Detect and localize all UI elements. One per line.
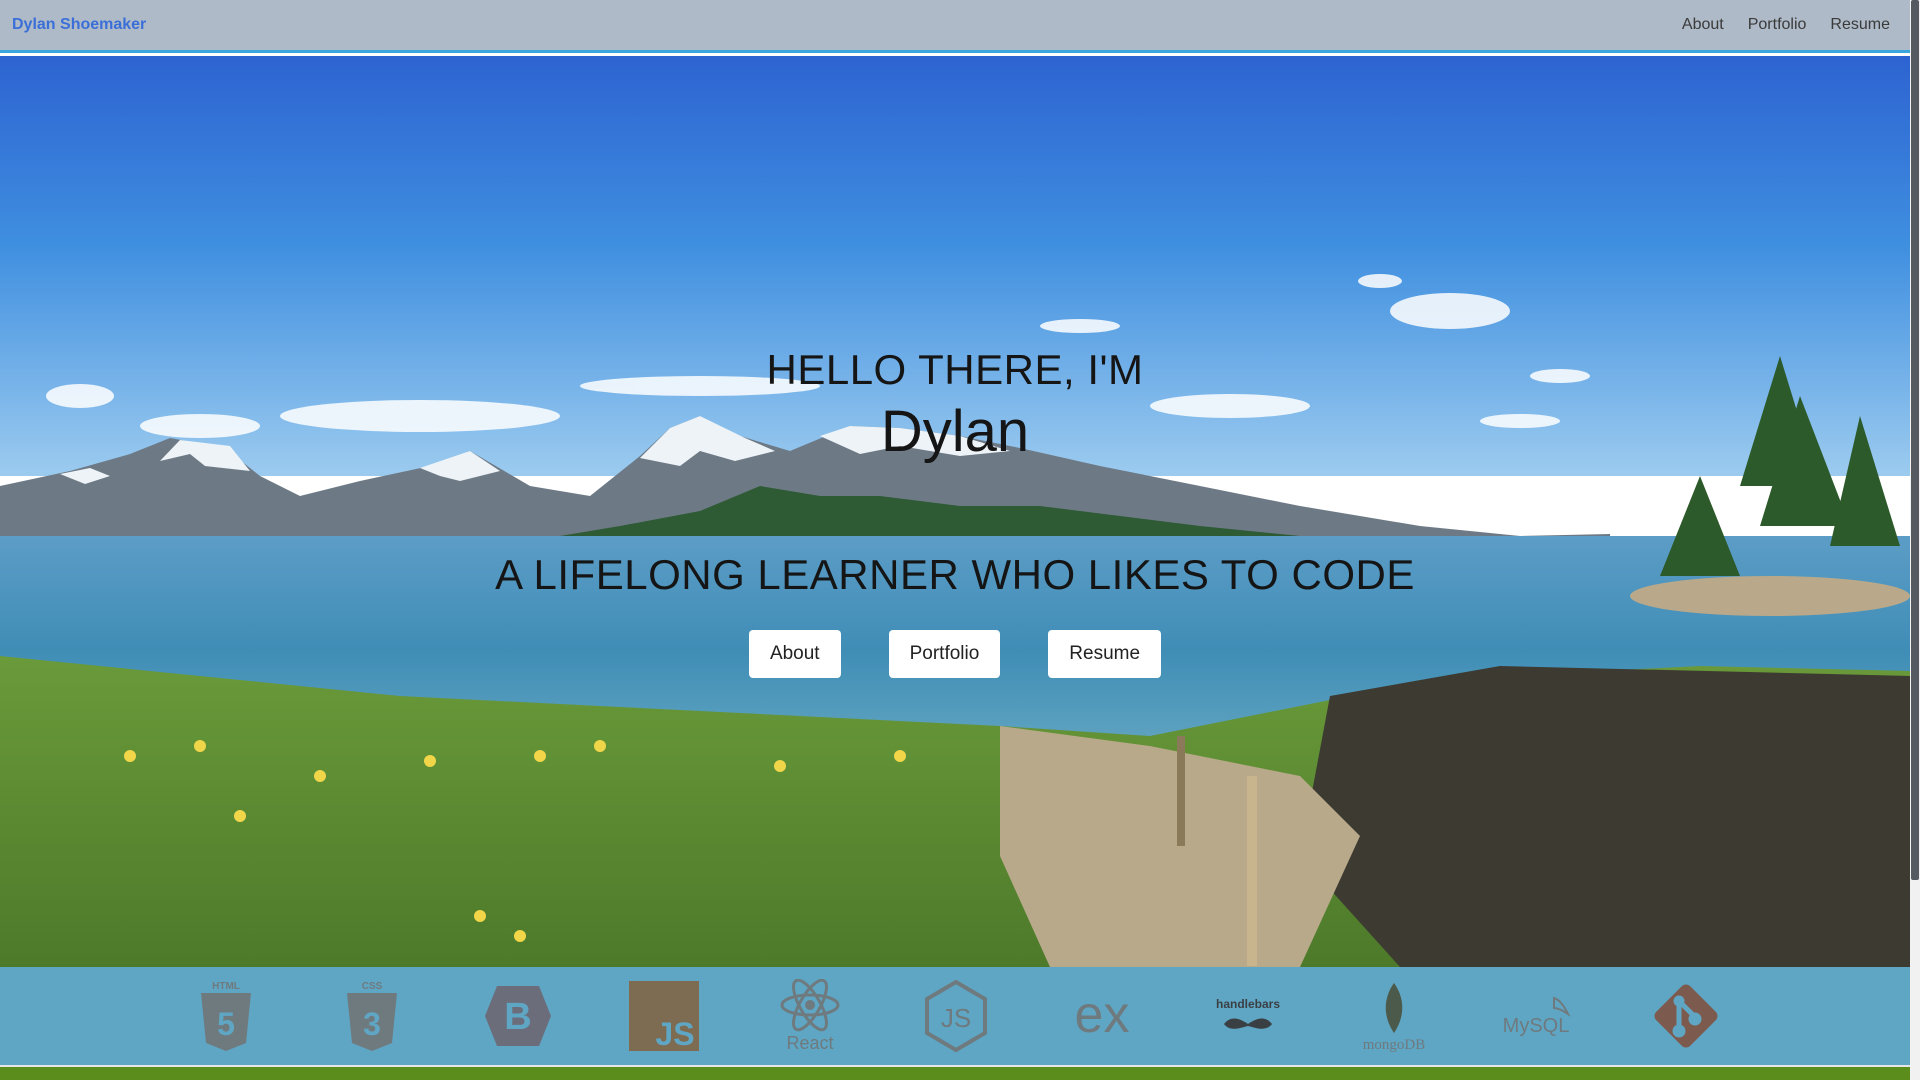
tech-stack-strip: HTML 5 CSS 3 B JS React JS ex handlebars… <box>0 967 1910 1067</box>
hero-button-group: About Portfolio Resume <box>0 630 1910 678</box>
nav-link-about[interactable]: About <box>1682 16 1724 34</box>
nav-link-portfolio[interactable]: Portfolio <box>1748 16 1807 34</box>
top-navbar: Dylan Shoemaker About Portfolio Resume <box>0 0 1910 53</box>
css3-icon-label: CSS <box>362 981 383 992</box>
react-icon-label: React <box>786 1033 833 1053</box>
portfolio-button[interactable]: Portfolio <box>888 630 1001 678</box>
svg-text:3: 3 <box>363 1006 381 1042</box>
bootstrap-icon: B <box>480 979 556 1053</box>
nodejs-icon: JS <box>918 979 994 1053</box>
css3-icon: CSS 3 <box>334 979 410 1053</box>
nav-links: About Portfolio Resume <box>1682 16 1890 34</box>
footer-accent-bar <box>0 1067 1910 1080</box>
html5-icon-label: HTML <box>212 981 240 992</box>
handlebars-icon-label: handlebars <box>1216 997 1280 1011</box>
html5-icon: HTML 5 <box>188 979 264 1053</box>
mysql-icon-label: MySQL <box>1503 1015 1570 1037</box>
hero-tagline: A LIFELONG LEARNER WHO LIKES TO CODE <box>495 551 1415 598</box>
handlebars-icon: handlebars <box>1210 979 1286 1053</box>
javascript-icon: JS <box>626 979 702 1053</box>
about-button[interactable]: About <box>748 630 841 678</box>
hero-name: Dylan <box>880 399 1030 464</box>
bootstrap-icon-label: B <box>504 996 531 1038</box>
hero-background-landscape <box>0 56 1910 967</box>
resume-button[interactable]: Resume <box>1048 630 1162 678</box>
git-icon <box>1648 979 1724 1053</box>
nav-link-resume[interactable]: Resume <box>1830 16 1890 34</box>
express-icon: ex <box>1064 979 1140 1053</box>
express-icon-label: ex <box>1075 986 1130 1044</box>
mysql-icon: MySQL <box>1502 979 1578 1053</box>
mongodb-icon: mongoDB <box>1356 979 1432 1053</box>
svg-text:5: 5 <box>217 1006 235 1042</box>
page-scrollbar[interactable] <box>1910 0 1920 1080</box>
mongodb-icon-label: mongoDB <box>1363 1037 1426 1053</box>
scrollbar-thumb[interactable] <box>1911 0 1919 880</box>
brand-link[interactable]: Dylan Shoemaker <box>12 16 146 34</box>
react-icon: React <box>772 979 848 1053</box>
hero-greeting: HELLO THERE, I'M <box>766 346 1144 393</box>
javascript-icon-label: JS <box>655 1016 694 1051</box>
hero-section: HELLO THERE, I'M Dylan A LIFELONG LEARNE… <box>0 56 1910 967</box>
nodejs-icon-label: JS <box>941 1003 971 1033</box>
